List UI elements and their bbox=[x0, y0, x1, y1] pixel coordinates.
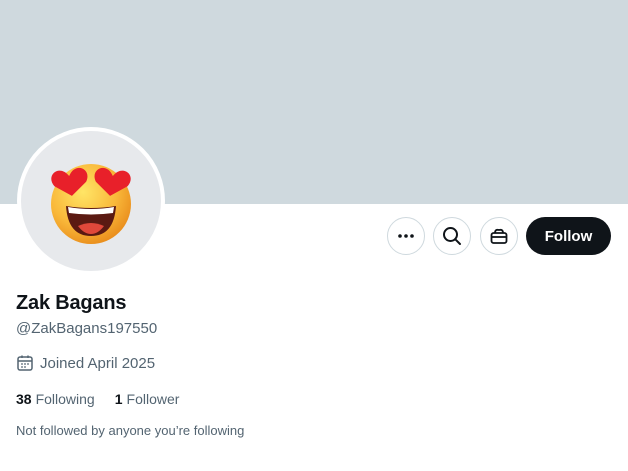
display-name: Zak Bagans bbox=[16, 292, 127, 314]
following-count: 38 bbox=[16, 391, 32, 407]
follow-stats: 38 Following 1 Follower bbox=[16, 391, 199, 407]
search-icon bbox=[443, 227, 461, 245]
followed-by-note: Not followed by anyone you’re following bbox=[16, 423, 245, 438]
subscription-icon bbox=[490, 228, 508, 244]
search-button[interactable] bbox=[433, 217, 471, 255]
subscribe-button[interactable] bbox=[480, 217, 518, 255]
user-handle: @ZakBagans197550 bbox=[16, 320, 158, 337]
joined-text: Joined April 2025 bbox=[40, 354, 156, 372]
joined-date: Joined April 2025 bbox=[16, 354, 155, 372]
following-link[interactable]: 38 Following bbox=[16, 391, 95, 407]
more-icon bbox=[398, 234, 414, 238]
profile-avatar[interactable] bbox=[17, 127, 165, 275]
more-button[interactable] bbox=[387, 217, 425, 255]
followers-label: Follower bbox=[126, 391, 180, 407]
follow-button[interactable]: Follow bbox=[526, 217, 611, 255]
heart-eyes-emoji-icon bbox=[51, 164, 131, 244]
following-label: Following bbox=[35, 391, 95, 407]
followers-link[interactable]: 1 Follower bbox=[115, 391, 180, 407]
calendar-icon bbox=[16, 354, 34, 372]
followers-count: 1 bbox=[114, 391, 123, 407]
